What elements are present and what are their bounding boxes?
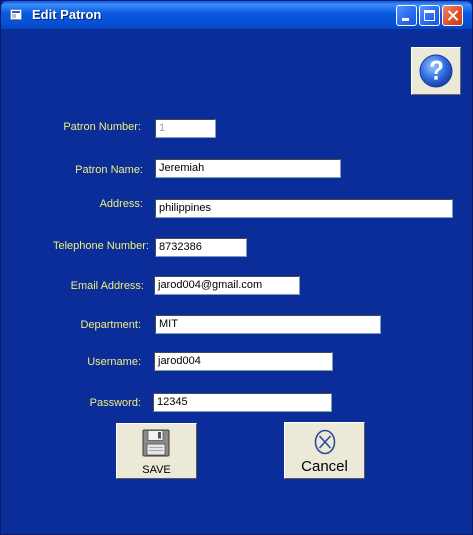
password-field[interactable]: 12345	[153, 393, 332, 412]
patron-number-label: Patron Number:	[63, 121, 141, 133]
close-button[interactable]	[442, 5, 463, 26]
password-label: Password:	[89, 397, 141, 409]
telephone-number-field[interactable]: 8732386	[155, 238, 247, 257]
cancel-icon	[314, 429, 336, 455]
cancel-button-label: Cancel	[301, 458, 348, 475]
cancel-button[interactable]: Cancel	[284, 422, 365, 479]
save-button[interactable]: SAVE	[116, 423, 197, 479]
help-button[interactable]	[411, 47, 461, 95]
email-address-field[interactable]: jarod004@gmail.com	[154, 276, 300, 295]
app-icon[interactable]	[10, 9, 22, 20]
floppy-disk-icon	[142, 429, 170, 457]
patron-number-field[interactable]: 1	[155, 119, 216, 138]
edit-patron-window: Edit Patron Patron Number: 1 Patron Name…	[0, 0, 473, 535]
maximize-icon	[424, 10, 435, 21]
title-bar[interactable]: Edit Patron	[1, 1, 472, 29]
close-icon	[443, 6, 462, 25]
telephone-number-label: Telephone Number:	[52, 240, 149, 252]
username-field[interactable]: jarod004	[154, 352, 333, 371]
department-label: Department:	[80, 319, 141, 331]
patron-name-label: Patron Name:	[75, 164, 143, 176]
department-field[interactable]: MIT	[155, 315, 381, 334]
username-label: Username:	[87, 356, 141, 368]
email-address-label: Email Address:	[70, 280, 144, 292]
save-button-label: SAVE	[142, 464, 171, 476]
address-label: Address:	[99, 198, 143, 210]
patron-name-field[interactable]: Jeremiah	[155, 159, 341, 178]
address-field[interactable]: philippines	[155, 199, 453, 218]
window-title: Edit Patron	[32, 7, 102, 22]
maximize-button[interactable]	[419, 5, 440, 26]
help-icon	[419, 54, 453, 88]
minimize-button[interactable]	[396, 5, 417, 26]
minimize-icon	[402, 18, 409, 21]
